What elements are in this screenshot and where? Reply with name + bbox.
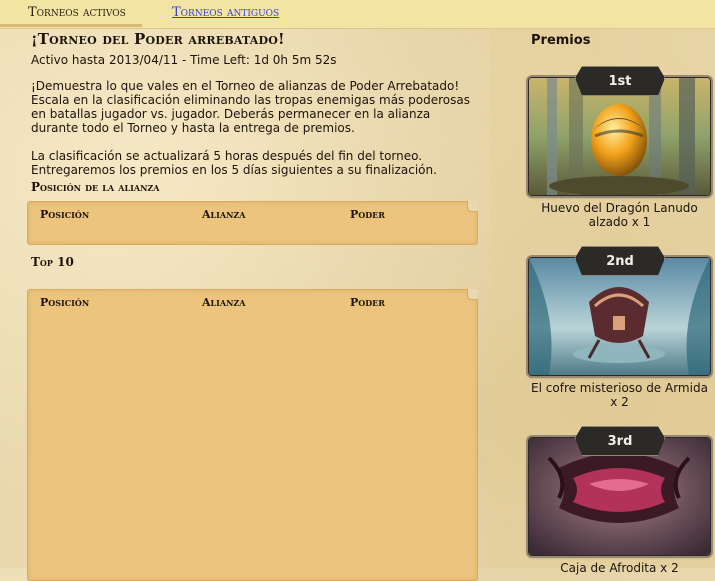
prize-name-1st: Huevo del Dragón Lanudo alzado x 1 [541,201,698,229]
column-header-power: Poder [350,296,385,309]
column-header-position: Posición [40,208,90,221]
column-header-alliance: Alianza [202,208,246,221]
prize-card-3rd: 3rd Caja de Afrodita x 2 [528,426,711,575]
top10-table: Posición Alianza Poder [27,289,478,581]
panel-corner [467,201,478,212]
prize-name-3rd: Caja de Afrodita x 2 [560,561,679,575]
tab-bar: Torneos activos Torneos antiguos [0,0,715,29]
description-paragraph: ¡Demuestra lo que vales en el Torneo de … [31,79,470,135]
rank-badge-3rd: 3rd [575,426,665,456]
rank-badge-1st: 1st [575,66,665,96]
tab-old-tournaments[interactable]: Torneos antiguos [172,5,279,20]
tournament-description: ¡Demuestra lo que vales en el Torneo de … [31,79,476,191]
prize-card-1st: 1st Huevo del Dragón Lanudo alzado x 1 [528,66,711,229]
top10-title: Top 10 [31,255,74,269]
column-header-alliance: Alianza [202,296,246,309]
column-header-position: Posición [40,296,90,309]
rank-badge-2nd: 2nd [575,246,665,276]
prize-name-2nd: El cofre misterioso de Armida x 2 [531,381,708,409]
alliance-position-table: Posición Alianza Poder [27,201,478,245]
column-header-power: Poder [350,208,385,221]
panel-corner [467,289,478,300]
tournament-active-until: Activo hasta 2013/04/11 - Time Left: 1d … [31,53,337,67]
tournament-title: ¡Torneo del Poder arrebatado! [31,30,285,48]
description-paragraph: La clasificación se actualizará 5 horas … [31,149,437,177]
tab-active-tournaments[interactable]: Torneos activos [0,5,142,27]
prize-card-2nd: 2nd El cofre misterioso de Armida x 2 [528,246,711,409]
prizes-title: Premios [531,33,591,48]
alliance-position-title: Posición de la alianza [31,180,160,194]
